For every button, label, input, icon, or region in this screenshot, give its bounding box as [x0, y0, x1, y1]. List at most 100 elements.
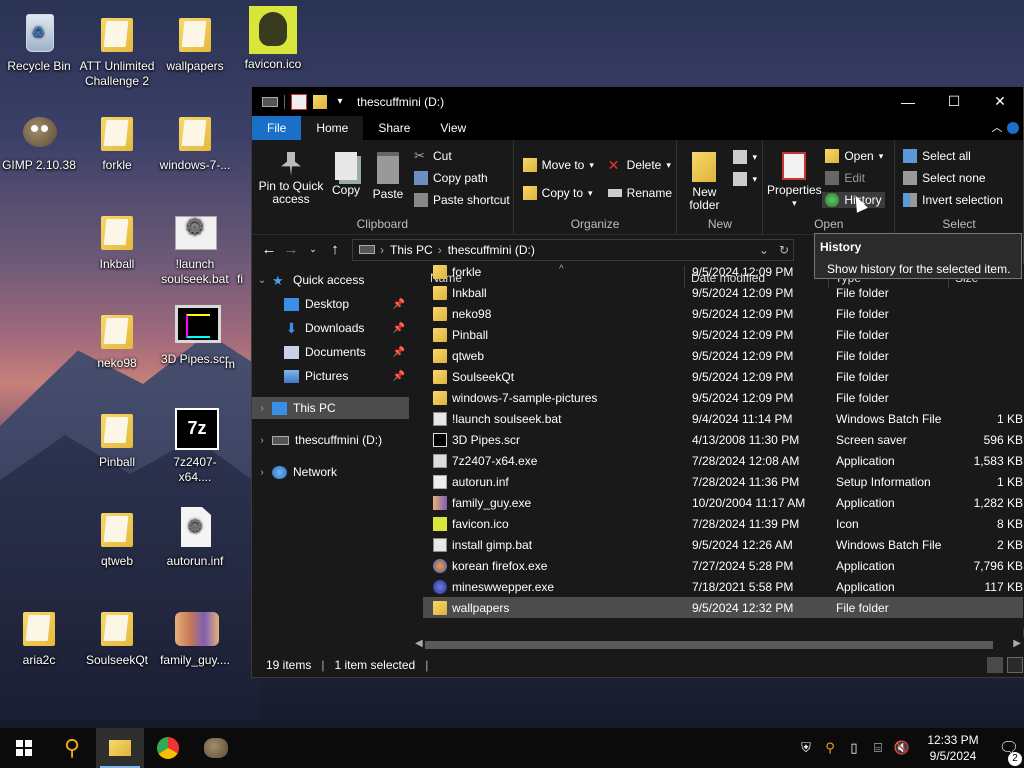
new-item-button[interactable]: ▾ — [733, 150, 757, 164]
file-row[interactable]: autorun.inf 7/28/2024 11:36 PM Setup Infor… — [423, 471, 1023, 492]
taskbar-gimp[interactable] — [192, 728, 240, 768]
start-button[interactable] — [0, 728, 48, 768]
desktop-icon-7zip[interactable]: 7z 7z2407-x64.... — [157, 406, 233, 485]
search-button[interactable]: ⚲ — [48, 728, 96, 768]
new-folder-icon[interactable] — [313, 94, 327, 109]
nav-item-documents[interactable]: Documents 📌 — [252, 341, 409, 363]
system-clock[interactable]: 12:33 PM 9/5/2024 — [918, 732, 988, 764]
edit-button[interactable]: Edit — [825, 171, 865, 185]
invert-selection-button[interactable]: Invert selection — [903, 193, 1003, 207]
copy-path-button[interactable]: Copy path — [414, 171, 488, 185]
file-row[interactable]: !launch soulseek.bat 9/4/2024 11:14 PM Win… — [423, 408, 1023, 429]
desktop-icon-windows-7[interactable]: windows-7-... — [157, 109, 233, 173]
address-bar[interactable]: › This PC › thescuffmini (D:) ⌄ ↻ — [352, 238, 794, 261]
properties-icon[interactable] — [291, 93, 307, 110]
tab-view[interactable]: View — [425, 116, 481, 140]
file-row[interactable]: family_guy.exe 10/20/2004 11:17 AM Applica… — [423, 492, 1023, 513]
paste-button[interactable]: Paste — [368, 152, 408, 201]
nav-item-desktop[interactable]: Desktop 📌 — [252, 293, 409, 315]
delete-button[interactable]: ✕ Delete ▾ — [608, 158, 671, 172]
open-button[interactable]: Open ▾ — [825, 149, 883, 163]
breadcrumb-drive[interactable]: thescuffmini (D:) — [448, 243, 535, 257]
paste-shortcut-button[interactable]: Paste shortcut — [414, 193, 510, 207]
forward-arrow-icon[interactable]: → — [280, 241, 302, 258]
file-row[interactable]: neko98 9/5/2024 12:09 PM File folder — [423, 303, 1023, 324]
back-arrow-icon[interactable]: ← — [258, 241, 280, 258]
desktop-icon-family-guy[interactable]: family_guy.... — [157, 604, 233, 668]
volume-muted-icon[interactable]: 🔇 — [890, 740, 914, 756]
file-row[interactable]: 3D Pipes.scr 4/13/2008 11:30 PM Screen sav… — [423, 429, 1023, 450]
copy-button[interactable]: Copy — [326, 152, 366, 197]
breadcrumb-this-pc[interactable]: This PC — [390, 243, 433, 257]
nav-item-downloads[interactable]: ⬇ Downloads 📌 — [252, 317, 409, 339]
chevron-icon[interactable]: ⌄ — [252, 275, 272, 286]
maximize-button[interactable]: ☐ — [931, 87, 977, 116]
recent-locations-chevron-icon[interactable]: ⌄ — [302, 244, 324, 255]
easy-access-button[interactable]: ▾ — [733, 172, 757, 186]
scroll-right-icon[interactable]: ▶ — [1013, 638, 1021, 649]
file-row[interactable]: Pinball 9/5/2024 12:09 PM File folder — [423, 324, 1023, 345]
chevron-icon[interactable]: › — [252, 467, 272, 478]
desktop-icon-pinball[interactable]: Pinball — [79, 406, 155, 470]
file-row[interactable]: qtweb 9/5/2024 12:09 PM File folder — [423, 345, 1023, 366]
file-row[interactable]: SoulseekQt 9/5/2024 12:09 PM File folder — [423, 366, 1023, 387]
tab-file[interactable]: File — [252, 116, 302, 140]
nav-item-network[interactable]: › Network — [252, 461, 409, 483]
desktop-icon-aria2c[interactable]: aria2c — [1, 604, 77, 668]
desktop-icon-inkball[interactable]: Inkball — [79, 208, 155, 272]
properties-button[interactable]: Properties ▾ — [765, 152, 823, 210]
desktop-icon-neko98[interactable]: neko98 — [79, 307, 155, 371]
refresh-icon[interactable]: ↻ — [779, 243, 789, 257]
action-center-button[interactable]: 🗨 2 — [994, 738, 1024, 766]
search-tray-icon[interactable]: ⚲ — [818, 740, 842, 756]
minimize-button[interactable]: — — [885, 87, 931, 116]
chevron-icon[interactable]: › — [252, 435, 272, 446]
pin-to-quick-access-button[interactable]: Pin to Quick access — [258, 152, 324, 206]
collapse-ribbon-icon[interactable]: ︿ — [987, 116, 1007, 140]
help-icon[interactable] — [1007, 122, 1019, 134]
details-view-icon[interactable] — [987, 657, 1003, 673]
desktop-icon-autorun[interactable]: autorun.inf — [157, 505, 233, 569]
new-folder-button[interactable]: New folder — [681, 152, 727, 212]
file-row[interactable]: Inkball 9/5/2024 12:09 PM File folder — [423, 282, 1023, 303]
desktop-icon-wallpapers[interactable]: wallpapers — [157, 10, 233, 74]
file-row[interactable]: install gimp.bat 9/5/2024 12:26 AM Windows… — [423, 534, 1023, 555]
shield-icon[interactable]: ⛨ — [794, 740, 818, 756]
taskbar-file-explorer[interactable] — [96, 728, 144, 768]
chevron-down-icon[interactable]: ⌄ — [759, 243, 769, 257]
up-arrow-icon[interactable]: ↑ — [324, 241, 346, 258]
desktop-icon-recycle-bin[interactable]: Recycle Bin — [1, 10, 77, 74]
file-row[interactable]: mineswwepper.exe 7/18/2021 5:58 PM Applica… — [423, 576, 1023, 597]
file-row[interactable]: korean firefox.exe 7/27/2024 5:28 PM Appli… — [423, 555, 1023, 576]
usb-icon[interactable]: ▯ — [842, 740, 866, 756]
move-to-button[interactable]: Move to ▾ — [522, 158, 594, 172]
horizontal-scrollbar[interactable]: ◀ ▶ — [413, 637, 1024, 653]
cut-button[interactable]: ✂ Cut — [414, 149, 452, 164]
network-tray-icon[interactable]: ⌸ — [866, 740, 890, 756]
desktop-icon-att-folder[interactable]: ATT Unlimited Challenge 2 — [79, 10, 155, 89]
chevron-icon[interactable]: › — [252, 403, 272, 414]
tab-share[interactable]: Share — [363, 116, 425, 140]
select-none-button[interactable]: Select none — [903, 171, 986, 185]
nav-item-quick-access[interactable]: ⌄ ★ Quick access — [252, 269, 409, 291]
rename-button[interactable]: Rename — [607, 186, 672, 200]
nav-item-drive-d[interactable]: › thescuffmini (D:) — [252, 429, 409, 451]
desktop-icon-gimp[interactable]: GIMP 2.10.38 — [1, 109, 77, 173]
tab-home[interactable]: Home — [301, 116, 364, 140]
copy-to-button[interactable]: Copy to ▾ — [522, 186, 593, 200]
chevron-down-icon[interactable]: ▾ — [333, 95, 347, 109]
large-icons-view-icon[interactable] — [1007, 657, 1023, 673]
scrollbar-thumb[interactable] — [425, 641, 993, 649]
close-button[interactable]: ✕ — [977, 87, 1023, 116]
taskbar-chrome[interactable] — [144, 728, 192, 768]
select-all-button[interactable]: Select all — [903, 149, 971, 163]
file-row[interactable]: wallpapers 9/5/2024 12:32 PM File folder — [423, 597, 1023, 618]
file-row[interactable]: 7z2407-x64.exe 7/28/2024 12:08 AM Applicat… — [423, 450, 1023, 471]
title-bar[interactable]: ▾ thescuffmini (D:) — ☐ ✕ — [252, 87, 1023, 116]
nav-item-this-pc[interactable]: › This PC — [252, 397, 409, 419]
nav-item-pictures[interactable]: Pictures 📌 — [252, 365, 409, 387]
scroll-left-icon[interactable]: ◀ — [415, 638, 423, 649]
file-row[interactable]: favicon.ico 7/28/2024 11:39 PM Icon 8 KB — [423, 513, 1023, 534]
desktop-icon-qtweb[interactable]: qtweb — [79, 505, 155, 569]
desktop-icon-forkle[interactable]: forkle — [79, 109, 155, 173]
